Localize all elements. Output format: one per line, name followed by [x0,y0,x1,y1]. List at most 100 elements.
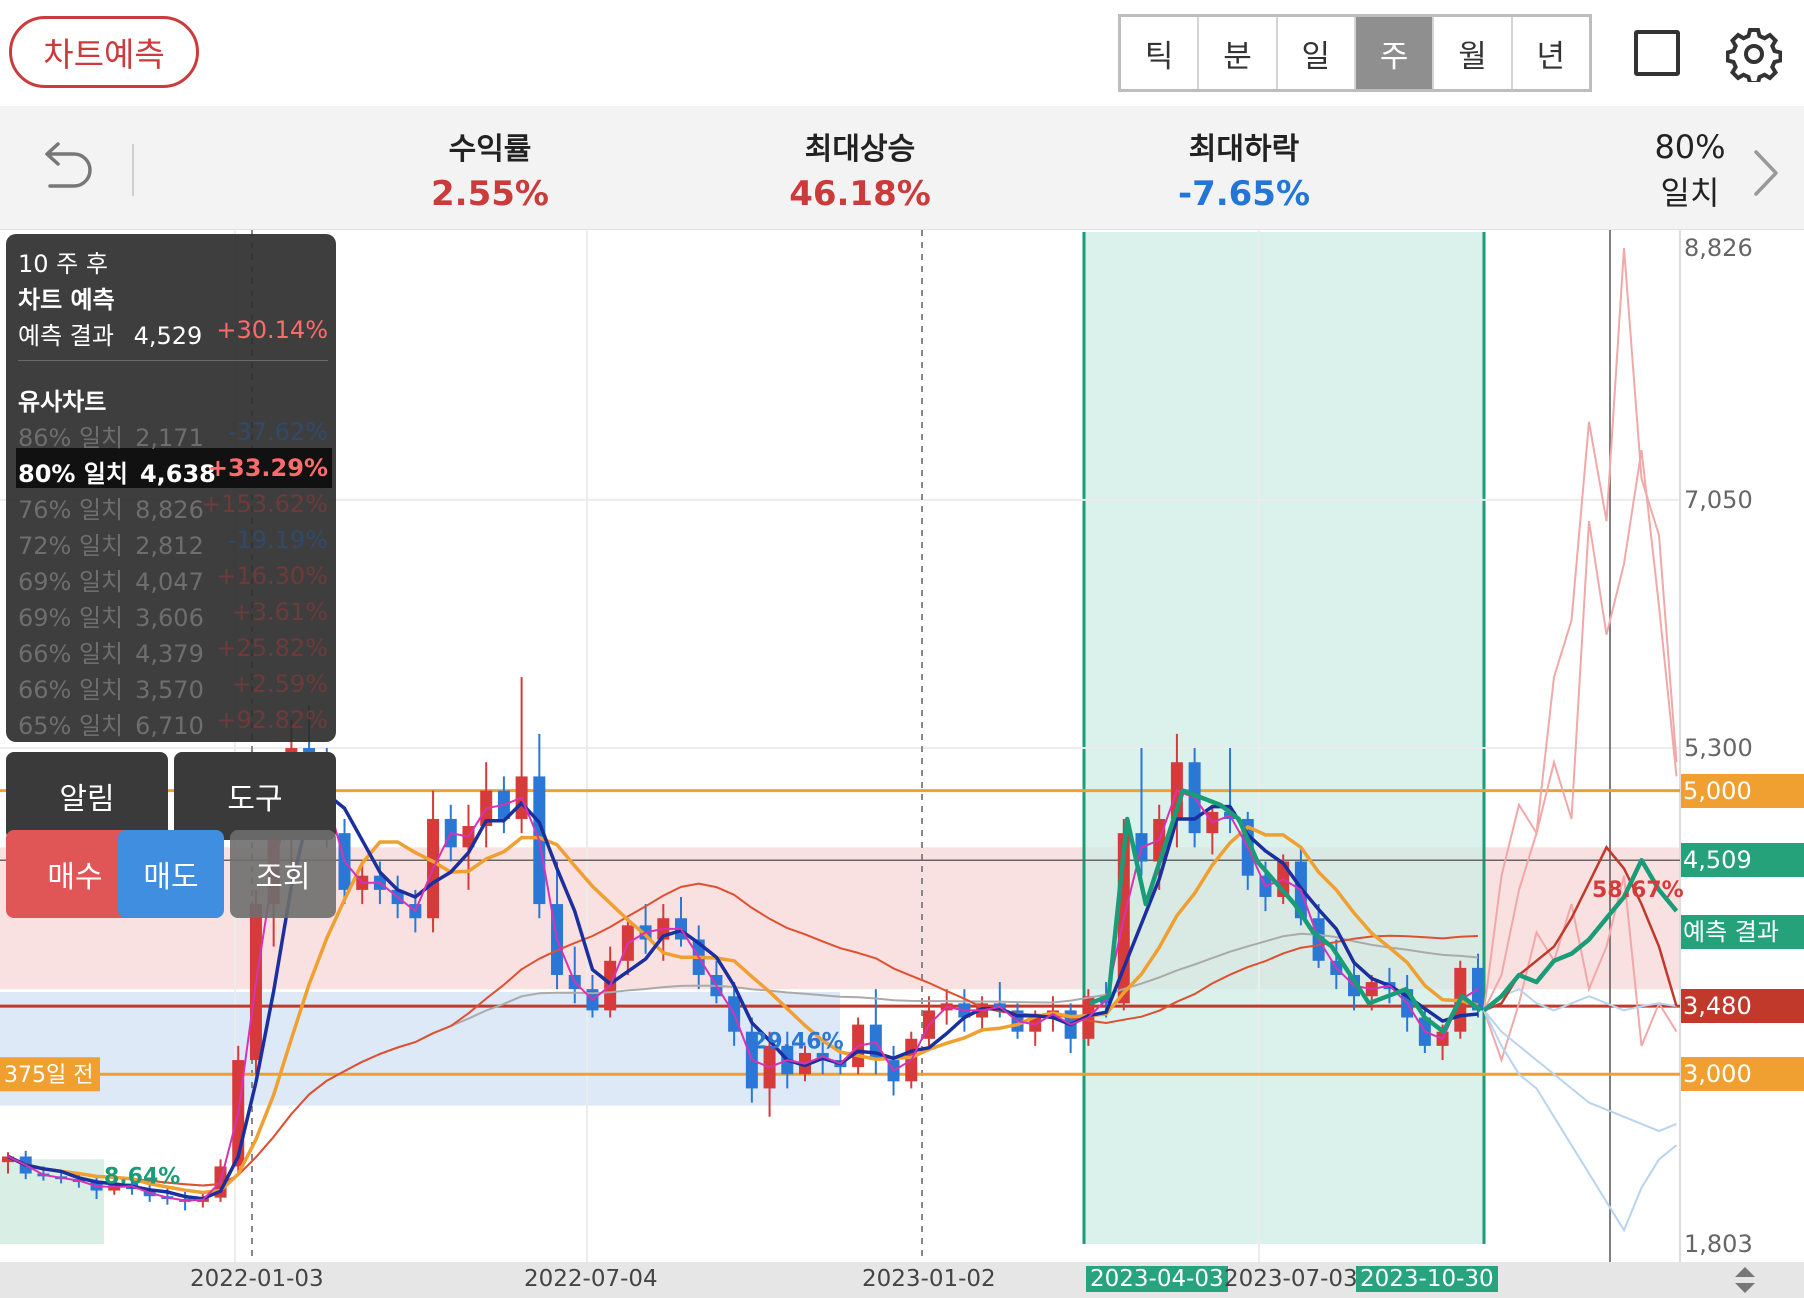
similar-value: 4,638 [139,460,216,488]
date-axis-label: 2022-01-03 [190,1266,324,1292]
period-tab-0[interactable]: 틱 [1121,17,1200,89]
level-tag: 5,000 [1681,773,1804,808]
similar-pct: +33.29% [207,454,328,482]
similar-pct: -19.19% [227,526,328,554]
match-label: 일치 [1660,174,1720,212]
stats-bar: 수익률 2.55% 최대상승 46.18% 최대하락 -7.65% 80% 일치 [0,106,1804,230]
similar-section-title: 유사차트 [18,388,107,416]
support-zone [0,991,840,1106]
similar-match-label: 86% 일치 [18,424,124,452]
chart-annotation: 58.67% [1592,878,1684,903]
sell-button[interactable]: 매도 [118,830,224,918]
level-tag: 3,000 [1681,1057,1804,1092]
similar-pct: +16.30% [216,562,328,590]
similar-match-label: 66% 일치 [18,676,124,704]
date-axis-label: 2023-10-30 [1356,1266,1498,1292]
similar-value: 6,710 [135,712,204,740]
predict-section-title: 차트 예측 [18,286,115,314]
similar-chart-row[interactable]: 66% 일치 3,570 +2.59% [18,670,328,705]
level-tag: 3,480 [1681,989,1804,1024]
similar-future-line [1483,1009,1678,1233]
stats-divider [132,144,134,196]
price-axis-label: 1,803 [1684,1230,1753,1258]
similar-chart-row[interactable]: 86% 일치 2,171 -37.62% [18,418,328,453]
match-percent: 80% [1654,128,1726,166]
chart-annotation: 8.64% [104,1164,180,1189]
similar-pct: +25.82% [216,634,328,662]
similar-match-label: 69% 일치 [18,568,124,596]
similar-value: 8,826 [135,496,204,524]
similar-match-label: 80% 일치 [18,460,128,488]
similar-pct: +153.62% [201,490,328,518]
similar-chart-row[interactable]: 80% 일치 4,638 +33.29% [18,454,328,489]
similar-chart-row[interactable]: 76% 일치 8,826 +153.62% [18,490,328,525]
period-tab-5[interactable]: 년 [1513,17,1589,89]
similar-pct: +2.59% [231,670,328,698]
similar-value: 2,812 [135,532,204,560]
alarm-button[interactable]: 알림 [6,752,168,840]
max-down-label: 최대하락 [1188,132,1300,167]
similar-pct: +3.61% [231,598,328,626]
date-axis-label: 2022-07-04 [524,1266,658,1292]
similar-match-label: 66% 일치 [18,640,124,668]
date-axis-label: 2023-01-02 [862,1266,996,1292]
date-axis-label: 2023-04-03 [1086,1266,1228,1292]
panel-divider [18,360,328,361]
similar-pct: +92.82% [216,706,328,734]
chevron-right-icon[interactable] [1748,146,1782,200]
predict-result-label: 예측 결과 [18,322,114,350]
start-zone [0,1159,104,1244]
predict-result-row[interactable]: 예측 결과 4,529 +30.14% [18,316,328,351]
prediction-info-panel: 10 주 후 차트 예측 예측 결과 4,529 +30.14% 유사차트 86… [6,234,336,742]
date-axis: 2022-01-03 2022-07-04 2023-01-02 2023-04-03… [0,1262,1804,1298]
undo-icon[interactable] [36,138,96,198]
max-up-label: 최대상승 [804,132,916,167]
level-tag: 4,509 [1681,843,1804,878]
similar-match-label: 69% 일치 [18,604,124,632]
days-ago-label: 375일 전 [4,1063,93,1088]
similar-pct: -37.62% [227,418,328,446]
similar-chart-row[interactable]: 72% 일치 2,812 -19.19% [18,526,328,561]
similar-chart-row[interactable]: 66% 일치 4,379 +25.82% [18,634,328,669]
similar-chart-row[interactable]: 69% 일치 3,606 +3.61% [18,598,328,633]
similar-value: 2,171 [135,424,204,452]
similar-chart-row[interactable]: 65% 일치 6,710 +92.82% [18,706,328,741]
fullscreen-square-icon[interactable] [1634,30,1680,76]
predict-result-pct: +30.14% [216,316,328,344]
similar-match-label: 65% 일치 [18,712,124,740]
predict-result-value: 4,529 [133,322,203,350]
period-tab-1[interactable]: 분 [1199,17,1278,89]
prediction-result-tag: 예측 결과 [1681,915,1804,950]
top-bar: 차트예측 틱분일주월년 [0,0,1804,106]
similar-match-label: 72% 일치 [18,532,124,560]
period-tab-4[interactable]: 월 [1434,17,1513,89]
price-axis-label: 8,826 [1684,234,1753,262]
similar-value: 4,047 [135,568,204,596]
return-label: 수익률 [448,132,532,167]
return-stat: 수익률 2.55% [395,124,585,214]
similar-period-zone [1084,232,1484,1244]
chart-predict-button[interactable]: 차트예측 [9,16,199,88]
max-up-value: 46.18% [789,174,931,214]
price-axis-label: 5,300 [1684,734,1753,763]
gear-icon[interactable] [1726,26,1782,82]
match-indicator[interactable]: 80% 일치 [1630,124,1750,216]
period-tab-3[interactable]: 주 [1355,17,1435,89]
similar-value: 4,379 [135,640,204,668]
return-value: 2.55% [431,174,549,214]
similar-value: 3,570 [135,676,204,704]
period-tab-2[interactable]: 일 [1278,17,1356,89]
updown-arrow-icon[interactable] [1732,1262,1758,1298]
max-down-value: -7.65% [1177,174,1311,214]
period-tab-group: 틱분일주월년 [1118,14,1592,92]
date-axis-label: 2023-07-03 [1224,1266,1358,1292]
query-button[interactable]: 조회 [230,830,336,918]
price-axis-label: 7,050 [1684,485,1753,514]
similar-value: 3,606 [135,604,204,632]
similar-chart-row[interactable]: 69% 일치 4,047 +16.30% [18,562,328,597]
similar-match-label: 76% 일치 [18,496,124,524]
max-down-stat: 최대하락 -7.65% [1144,124,1344,214]
chart-annotation: 29.46% [752,1030,844,1055]
tool-button[interactable]: 도구 [174,752,336,840]
max-up-stat: 최대상승 46.18% [760,124,960,214]
